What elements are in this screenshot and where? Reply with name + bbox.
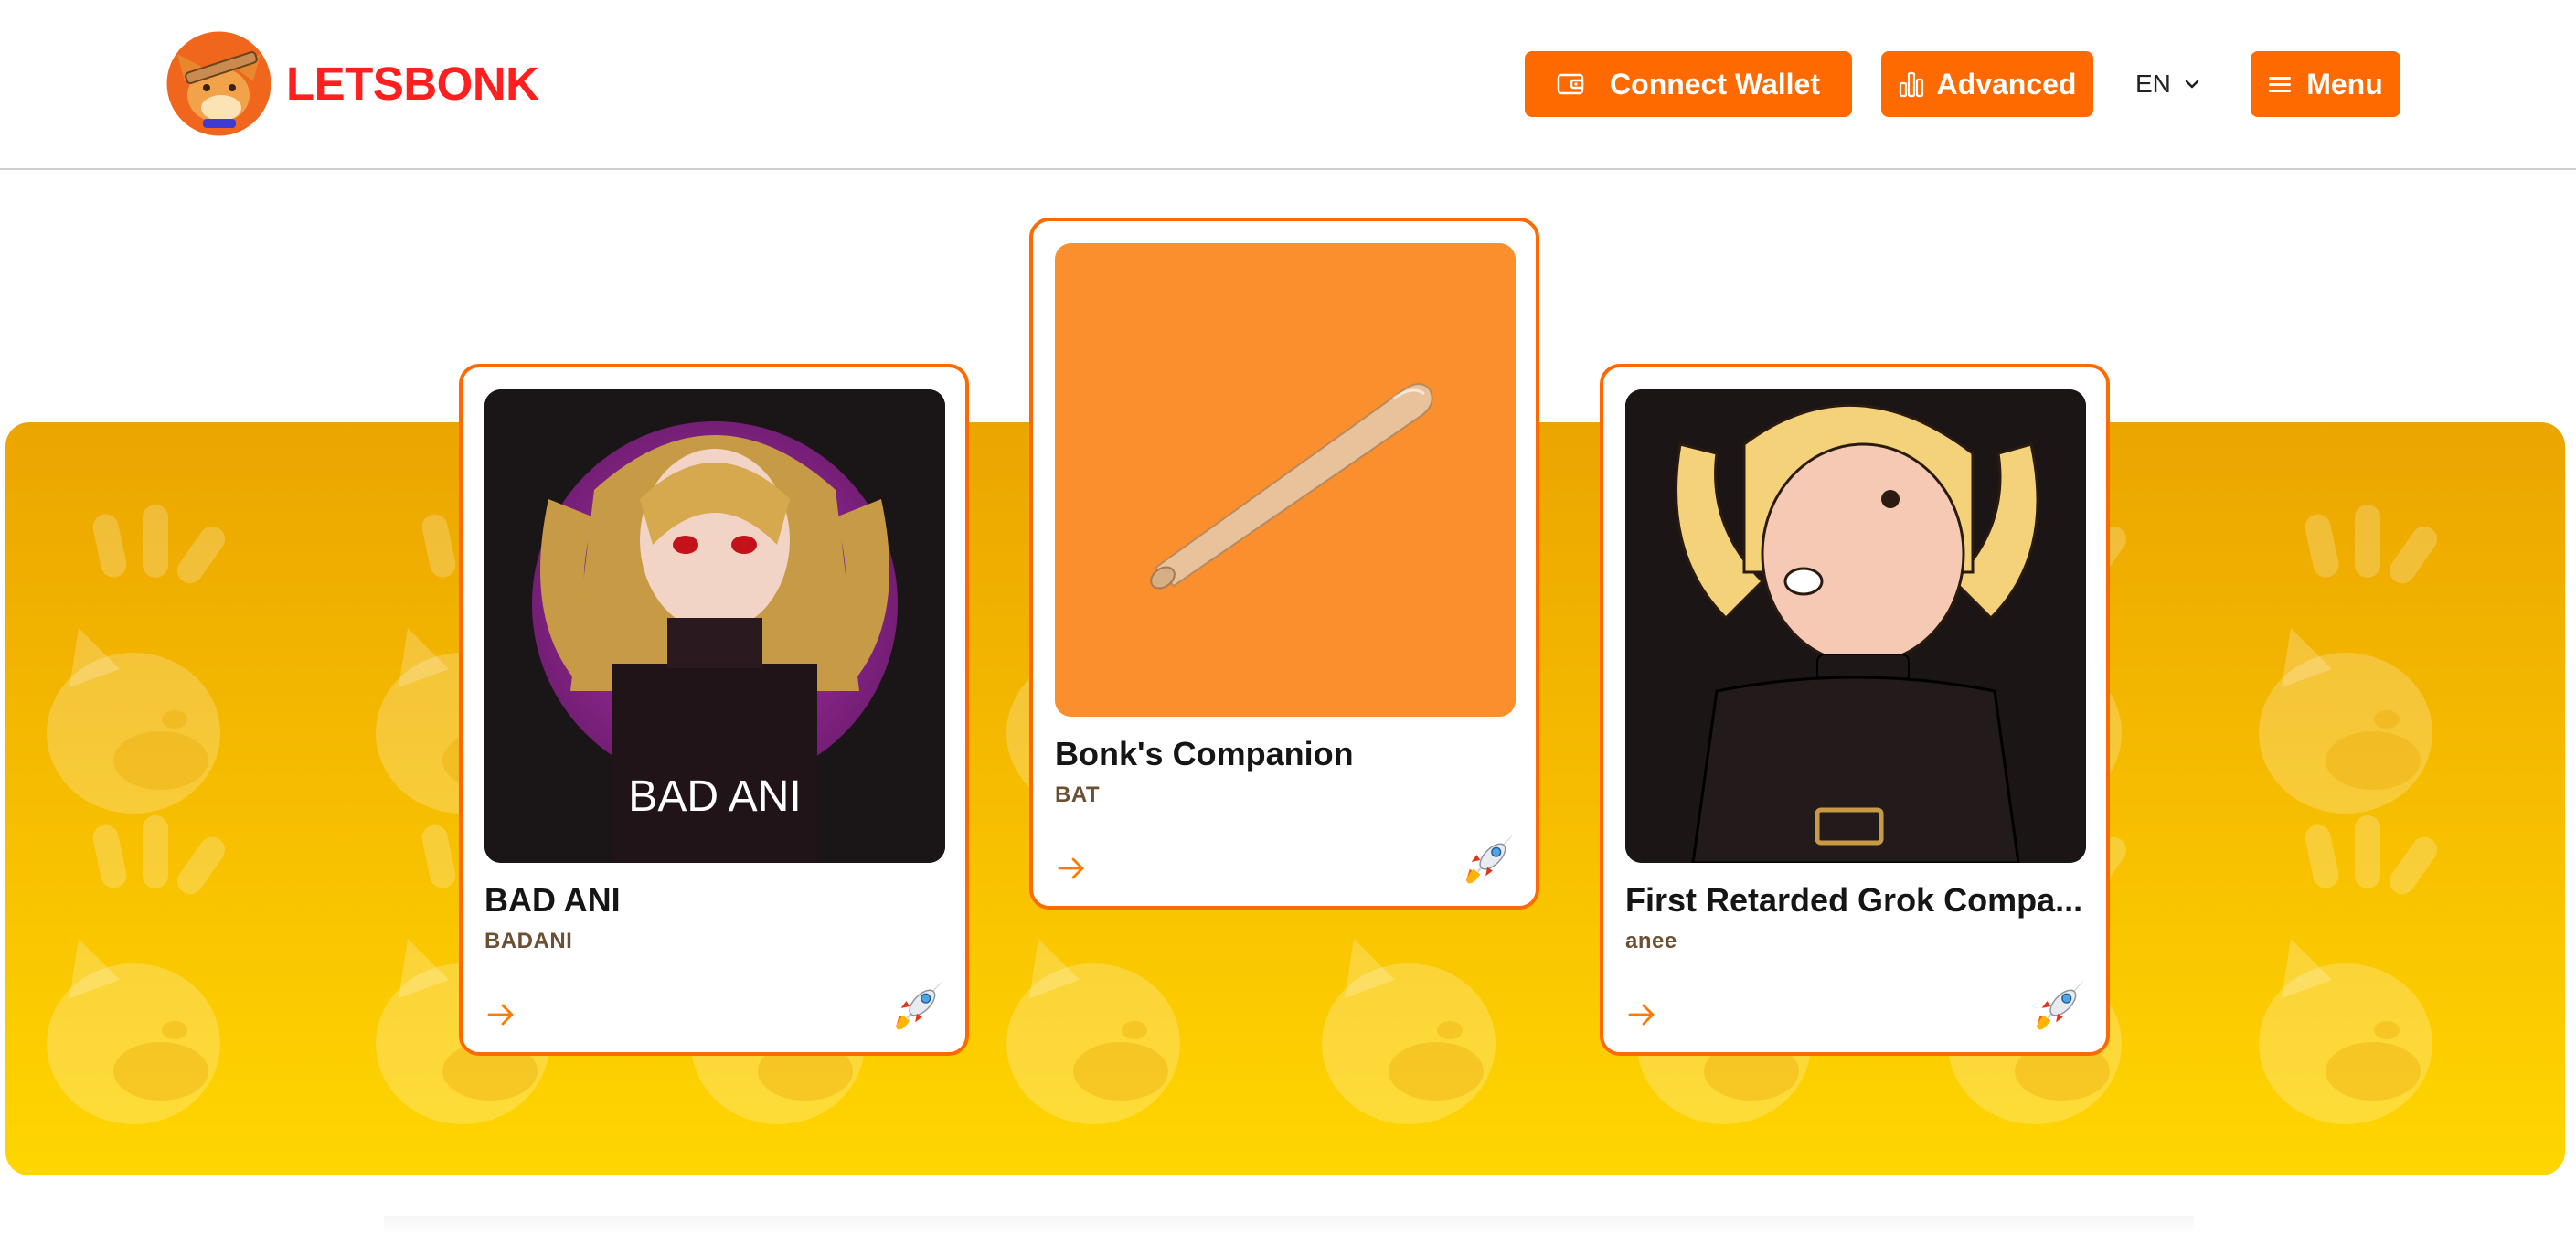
wallet-icon [1557, 73, 1584, 95]
token-title: BAD ANI [484, 881, 621, 919]
bar-chart-icon [1899, 71, 1923, 98]
advanced-label: Advanced [1936, 67, 2077, 101]
connect-wallet-label: Connect Wallet [1610, 67, 1820, 101]
token-card[interactable]: First Retarded Grok Compa... anee [1600, 364, 2110, 1056]
rocket-icon [1465, 833, 1515, 884]
baseball-bat-icon [1055, 243, 1516, 717]
menu-label: Menu [2306, 67, 2383, 101]
rocket-icon [895, 979, 944, 1030]
advanced-button[interactable]: Advanced [1881, 51, 2093, 117]
menu-button[interactable]: Menu [2251, 51, 2400, 117]
arrow-right-icon[interactable] [1055, 852, 1088, 885]
language-selector[interactable]: EN [2135, 66, 2200, 102]
brand-logo[interactable]: LETSBONK [166, 31, 539, 136]
token-title: First Retarded Grok Compa... [1625, 881, 2083, 919]
token-image [1055, 243, 1516, 717]
token-title: Bonk's Companion [1055, 735, 1354, 772]
brand-name: LETSBONK [286, 58, 539, 110]
token-ticker: anee [1625, 929, 1677, 953]
cartoon-blonde-girl-icon [1625, 389, 2086, 863]
section-divider-shadow [384, 1216, 2194, 1234]
token-ticker: BAT [1055, 782, 1101, 807]
token-image: BAD ANI [484, 389, 945, 863]
token-ticker: BADANI [484, 929, 573, 953]
arrow-right-icon[interactable] [484, 998, 517, 1031]
image-caption: BAD ANI [628, 772, 802, 821]
arrow-right-icon[interactable] [1625, 998, 1658, 1031]
top-navbar: LETSBONK Connect Wallet Advanced EN Menu [0, 0, 2576, 170]
connect-wallet-button[interactable]: Connect Wallet [1525, 51, 1852, 117]
chevron-down-icon [2185, 80, 2199, 89]
fox-dog-mascot-icon [166, 31, 271, 136]
token-card[interactable]: Bonk's Companion BAT [1029, 218, 1539, 910]
language-label: EN [2135, 69, 2171, 98]
token-card[interactable]: BAD ANI BAD ANI BADANI [459, 364, 969, 1056]
hamburger-icon [2269, 77, 2292, 92]
token-image [1625, 389, 2086, 863]
rocket-icon [2036, 979, 2085, 1030]
